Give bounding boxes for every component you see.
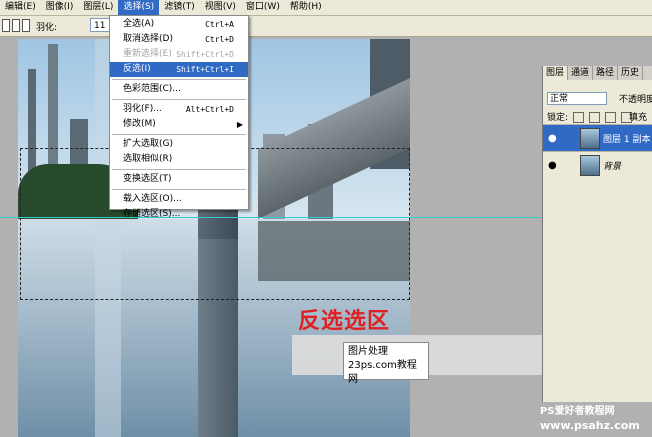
tab-layers[interactable]: 图层 — [543, 66, 569, 80]
menu-item-save-selection[interactable]: 存储选区(S)... — [110, 207, 248, 222]
layer-thumbnail — [580, 128, 600, 149]
tab-paths[interactable]: 路径 — [593, 66, 619, 80]
menu-separator — [112, 189, 246, 190]
feather-input[interactable]: 11 — [90, 18, 110, 32]
tab-channels[interactable]: 通道 — [568, 66, 594, 80]
new-selection-icon[interactable] — [2, 19, 10, 32]
menu-layer[interactable]: 图层(L) — [78, 0, 118, 15]
tab-history[interactable]: 历史 — [618, 66, 644, 80]
options-bar: 羽化: 11 — [0, 16, 652, 37]
site-url: www.psahz.com — [540, 419, 640, 432]
layer-name: 图层 1 副本 — [603, 135, 651, 145]
menu-separator — [112, 99, 246, 100]
menu-separator — [112, 79, 246, 80]
selection-mode-icons — [2, 19, 30, 32]
lock-image-icon[interactable] — [588, 112, 600, 123]
submenu-arrow-icon: ▶ — [236, 120, 243, 129]
watermark-label: 图片处理 23ps.com教程网 — [343, 342, 429, 385]
lock-row: 锁定: 填充 — [547, 110, 647, 123]
watermark-line-1: 图片处理 — [348, 346, 388, 357]
eye-icon[interactable]: ● — [548, 160, 557, 171]
site-name: PS爱好者教程网 — [540, 406, 615, 417]
menu-item-similar[interactable]: 选取相似(R) — [110, 152, 248, 167]
tutorial-caption: 反选选区 — [298, 309, 391, 334]
menu-window[interactable]: 窗口(W) — [241, 0, 285, 15]
menu-image[interactable]: 图像(I) — [41, 0, 79, 15]
layer-row[interactable]: ● 图层 1 副本 — [543, 124, 652, 151]
menu-separator — [112, 169, 246, 170]
blend-row: 正常 不透明度 — [547, 92, 652, 105]
menu-filter[interactable]: 滤镜(T) — [159, 0, 200, 15]
menu-item-deselect[interactable]: 取消选择(D) Ctrl+D — [110, 32, 248, 47]
layer-name: 背景 — [603, 162, 622, 172]
menu-help[interactable]: 帮助(H) — [285, 0, 327, 15]
menu-item-load-selection[interactable]: 载入选区(O)... — [110, 192, 248, 207]
menu-item-inverse[interactable]: 反选(I) Shift+Ctrl+I — [110, 62, 248, 77]
feather-label: 羽化: — [36, 23, 58, 33]
subtract-selection-icon[interactable] — [22, 19, 30, 32]
menu-item-feather[interactable]: 羽化(F)... Alt+Ctrl+D — [110, 102, 248, 117]
menu-select[interactable]: 选择(S) — [118, 0, 160, 15]
blend-mode-select[interactable]: 正常 — [547, 92, 607, 105]
layer-thumbnail — [580, 155, 600, 176]
select-menu-dropdown: 全选(A) Ctrl+A 取消选择(D) Ctrl+D 重新选择(E) Shift+C… — [109, 15, 249, 219]
layers-panel: 图层 通道 路径 历史 正常 不透明度 锁定: 填充 ● 图层 1 副本 ● 背… — [542, 66, 652, 402]
menu-item-transform-selection[interactable]: 变换选区(T) — [110, 172, 248, 187]
menu-item-select-all[interactable]: 全选(A) Ctrl+A — [110, 17, 248, 32]
lock-transparency-icon[interactable] — [572, 112, 584, 123]
menu-item-color-range[interactable]: 色彩范围(C)... — [110, 82, 248, 97]
menu-item-grow[interactable]: 扩大选取(G) — [110, 137, 248, 152]
add-selection-icon[interactable] — [12, 19, 20, 32]
menu-separator — [112, 134, 246, 135]
fill-label: 填充 — [629, 113, 648, 123]
lock-label: 锁定: — [547, 113, 569, 123]
menu-item-modify[interactable]: 修改(M) ▶ — [110, 117, 248, 132]
panel-tabs: 图层 通道 路径 历史 — [543, 66, 652, 80]
menu-bar: 编辑(E) 图像(I) 图层(L) 选择(S) 滤镜(T) 视图(V) 窗口(W… — [0, 0, 652, 16]
menu-edit[interactable]: 编辑(E) — [0, 0, 41, 15]
layer-row[interactable]: ● 背景 — [543, 151, 652, 178]
lock-position-icon[interactable] — [604, 112, 616, 123]
menu-view[interactable]: 视图(V) — [200, 0, 241, 15]
site-footer: PS爱好者教程网 www.psahz.com — [540, 402, 652, 437]
eye-icon[interactable]: ● — [548, 133, 557, 144]
menu-item-reselect[interactable]: 重新选择(E) Shift+Ctrl+D — [110, 47, 248, 62]
opacity-label: 不透明度 — [619, 95, 652, 105]
watermark-line-2: 23ps.com教程网 — [348, 360, 417, 385]
horizontal-guide[interactable] — [0, 217, 540, 218]
